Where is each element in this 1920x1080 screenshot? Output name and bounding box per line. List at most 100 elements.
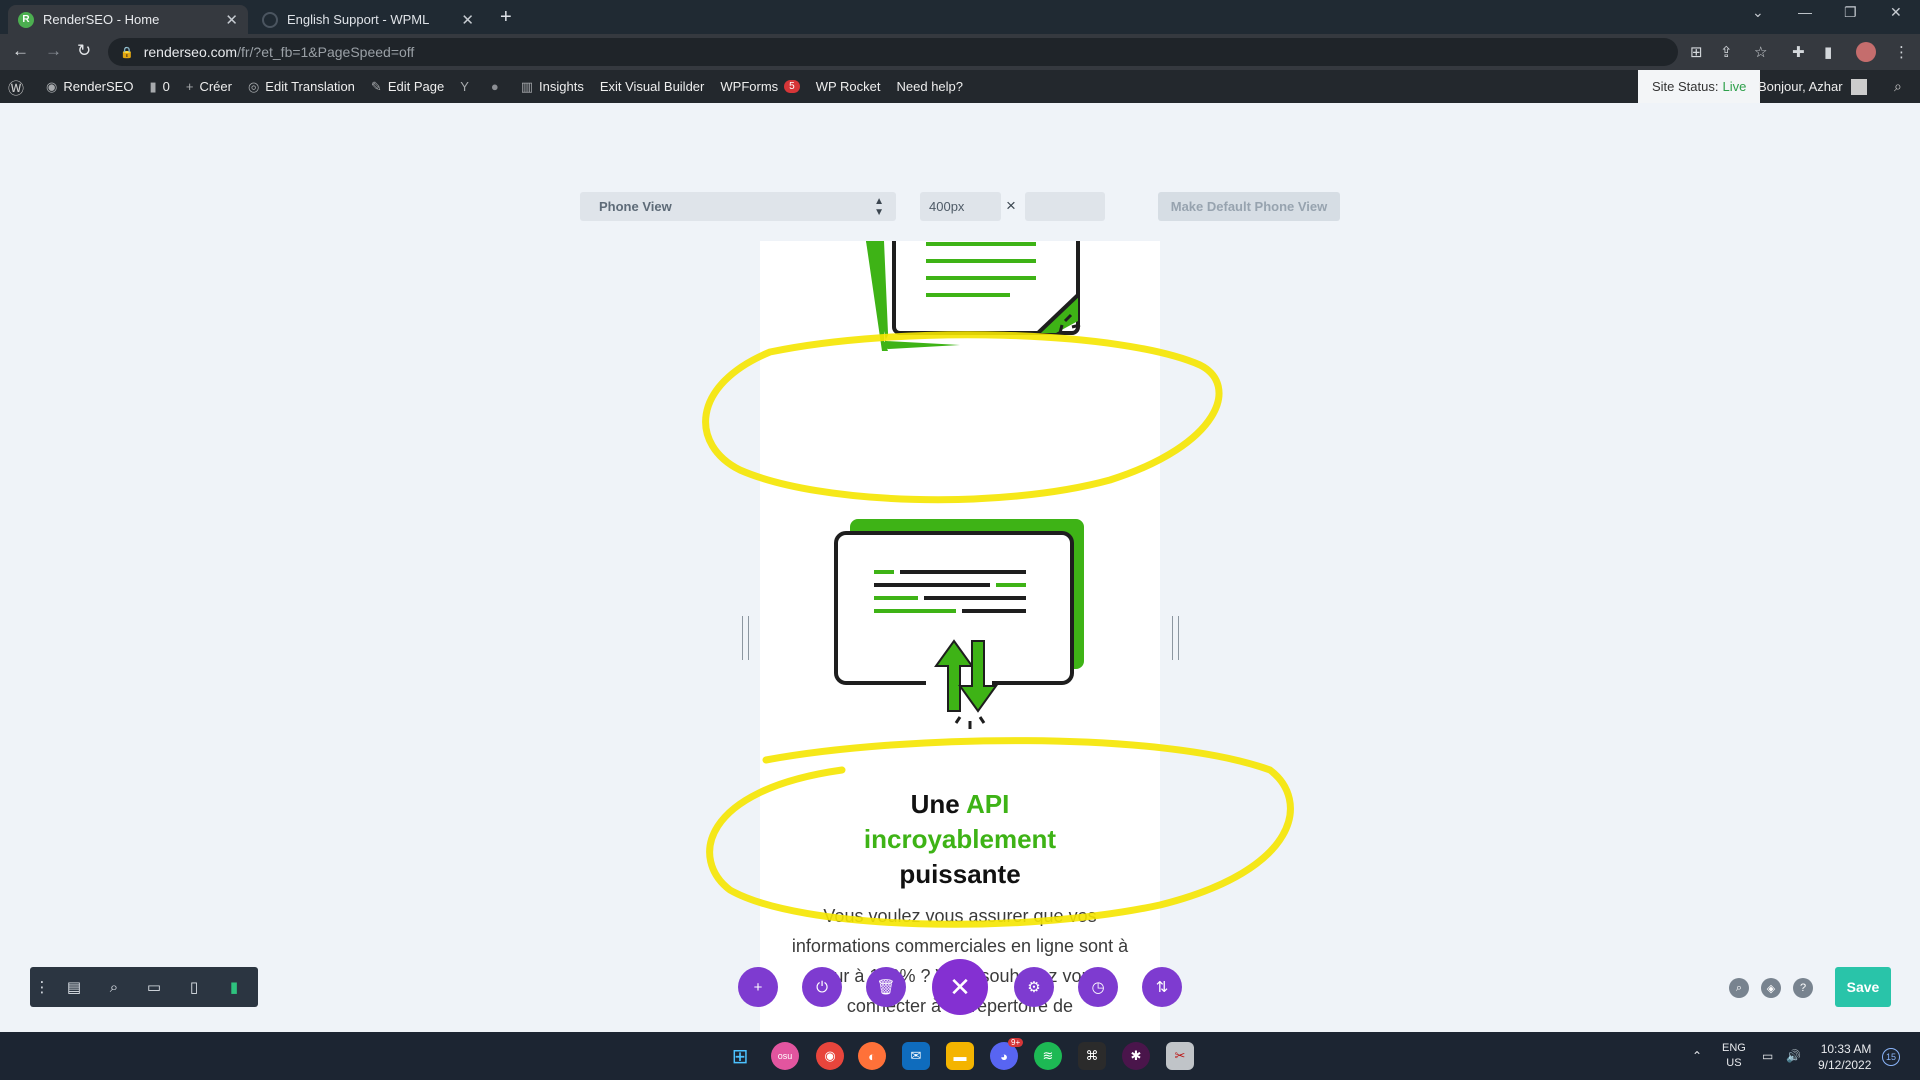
seo-score-dot-icon: ●: [490, 79, 499, 94]
tab-renderseo-home[interactable]: R RenderSEO - Home ✕: [8, 5, 248, 34]
show-hidden-icons-chevron[interactable]: ⌃: [1692, 1032, 1702, 1080]
section-heading: Une API incroyablement puissante: [863, 789, 1057, 889]
pencil-icon: ✎: [370, 78, 382, 94]
windows-start-icon[interactable]: ⊞: [726, 1042, 754, 1070]
need-help-link[interactable]: Need help?: [889, 70, 972, 103]
phone-preview-canvas: Une API incroyablement puissante Vous vo…: [760, 241, 1160, 1033]
lock-icon: 🔒: [120, 46, 134, 59]
dashboard-icon: ◉: [46, 78, 58, 94]
edit-translation-link[interactable]: ◎ Edit Translation: [240, 70, 363, 103]
builder-settings-bar: ⋮ ▤ ⌕ ▭ ▯ ▮: [30, 967, 258, 1007]
back-arrow-icon[interactable]: ←: [12, 41, 29, 61]
outlook-app-icon[interactable]: ✉: [902, 1042, 930, 1070]
edit-page-link[interactable]: ✎ Edit Page: [363, 70, 452, 103]
tab-english-support-wpml[interactable]: English Support - WPML ✕: [252, 5, 484, 34]
close-tab-icon[interactable]: ✕: [461, 11, 474, 29]
discord-badge: 9+: [1008, 1038, 1024, 1047]
user-account-menu[interactable]: Bonjour, Azhar: [1758, 70, 1867, 103]
browser-toolbar: ← → ↻ 🔒 renderseo.com/fr/?et_fb=1&PageSp…: [0, 34, 1920, 70]
tablet-view-icon[interactable]: ▯: [174, 967, 214, 1007]
url-host: renderseo.com: [143, 44, 238, 60]
settings-gear-button[interactable]: ⚙: [1014, 967, 1054, 1007]
terminal-app-icon[interactable]: ⌘: [1078, 1042, 1106, 1070]
file-explorer-icon[interactable]: ▬: [946, 1042, 974, 1070]
create-new-link[interactable]: + Créer: [178, 70, 240, 103]
phone-view-icon[interactable]: ▮: [214, 967, 254, 1007]
extensions-puzzle-icon[interactable]: ✚: [1792, 43, 1805, 61]
language-indicator[interactable]: ENG US: [1722, 1041, 1746, 1071]
yoast-seo-icon[interactable]: Y: [452, 70, 483, 103]
loading-favicon-icon: [262, 11, 278, 28]
wpforms-link[interactable]: WPForms 5: [712, 70, 807, 103]
more-options-icon[interactable]: ⋮: [30, 967, 54, 1007]
side-panel-icon[interactable]: ▮: [1824, 43, 1832, 61]
exit-visual-builder-link[interactable]: Exit Visual Builder: [592, 70, 713, 103]
history-button[interactable]: ◷: [1078, 967, 1118, 1007]
admin-search-icon[interactable]: ⌕: [1894, 78, 1902, 95]
wireframe-view-icon[interactable]: ▤: [54, 967, 94, 1007]
renderseo-favicon-icon: R: [18, 11, 34, 28]
tab-title: RenderSEO - Home: [43, 12, 160, 27]
help-icon[interactable]: ?: [1793, 978, 1813, 998]
new-tab-button[interactable]: +: [500, 6, 512, 29]
translation-icon: ◎: [247, 78, 260, 94]
share-icon[interactable]: ⇪: [1720, 43, 1733, 61]
view-mode-select[interactable]: Phone View ▲ ▼: [580, 192, 896, 221]
forward-arrow-icon[interactable]: →: [45, 41, 62, 61]
save-button[interactable]: Save: [1835, 967, 1891, 1007]
translate-icon[interactable]: ⊞: [1690, 43, 1703, 61]
profile-avatar[interactable]: [1856, 42, 1876, 62]
delete-button[interactable]: 🗑: [866, 967, 906, 1007]
power-disable-button[interactable]: ⏻: [802, 967, 842, 1007]
comment-icon: ▮: [149, 78, 157, 94]
left-resize-handle[interactable]: [742, 616, 749, 660]
close-tab-icon[interactable]: ✕: [225, 11, 238, 29]
browser-tab-strip: R RenderSEO - Home ✕ English Support - W…: [0, 0, 1920, 34]
reload-icon[interactable]: ↻: [77, 41, 91, 61]
bookmark-star-icon[interactable]: ☆: [1754, 43, 1767, 61]
api-transfer-illustration-icon: [834, 519, 1084, 729]
address-bar[interactable]: 🔒 renderseo.com/fr/?et_fb=1&PageSpeed=of…: [108, 38, 1678, 66]
dimension-separator: ×: [1006, 196, 1016, 215]
chrome-app-icon[interactable]: ◉: [816, 1042, 844, 1070]
comments-link[interactable]: ▮ 0: [141, 70, 177, 103]
tab-title: English Support - WPML: [287, 12, 430, 27]
restore-window-icon[interactable]: ❐: [1844, 4, 1857, 21]
close-page-settings-button[interactable]: ✕: [932, 959, 988, 1015]
notification-center-badge[interactable]: 15: [1882, 1048, 1900, 1066]
site-name-link[interactable]: ◉ RenderSEO: [38, 70, 141, 103]
network-icon[interactable]: ▭: [1762, 1032, 1773, 1080]
volume-icon[interactable]: 🔊: [1786, 1032, 1801, 1080]
wp-rocket-link[interactable]: WP Rocket: [808, 70, 889, 103]
wp-admin-bar: Ⓦ ◉ RenderSEO ▮ 0 + Créer ◎ Edit Translation…: [0, 70, 1920, 103]
slack-app-icon[interactable]: ✱: [1122, 1042, 1150, 1070]
document-illustration-icon: [866, 241, 1081, 351]
snipping-tool-icon[interactable]: ✂: [1166, 1042, 1194, 1070]
firefox-app-icon[interactable]: ◐: [858, 1042, 886, 1070]
find-replace-icon[interactable]: ⌕: [1729, 978, 1749, 998]
layers-icon[interactable]: ◈: [1761, 978, 1781, 998]
tab-search-chevron-icon[interactable]: ⌄: [1752, 4, 1764, 21]
close-window-icon[interactable]: ✕: [1890, 4, 1902, 21]
wordpress-logo-icon[interactable]: Ⓦ: [0, 70, 38, 103]
zoom-icon[interactable]: ⌕: [94, 967, 134, 1007]
insights-link[interactable]: ▥ Insights: [513, 70, 592, 103]
desktop-view-icon[interactable]: ▭: [134, 967, 174, 1007]
chrome-menu-icon[interactable]: ⋮: [1894, 43, 1909, 61]
add-module-button[interactable]: +: [738, 967, 778, 1007]
bar-chart-icon: ▥: [520, 78, 534, 94]
spotify-app-icon[interactable]: ≋: [1034, 1042, 1062, 1070]
system-clock[interactable]: 10:33 AM 9/12/2022: [1818, 1041, 1871, 1073]
site-status-indicator[interactable]: Site Status: Live: [1638, 70, 1761, 103]
windows-taskbar: ⊞ osu ◉ ◐ ✉ ▬ ◕ 9+ ≋ ⌘ ✱ ✂ ⌃ ENG US ▭ 🔊 …: [0, 1032, 1920, 1080]
viewport-width-input[interactable]: 400px: [920, 192, 1001, 221]
portability-button[interactable]: ⇅: [1142, 967, 1182, 1007]
minimize-window-icon[interactable]: —: [1798, 4, 1812, 20]
viewport-height-input[interactable]: [1025, 192, 1105, 221]
wpforms-count-badge: 5: [784, 80, 800, 93]
make-default-phone-view-button[interactable]: Make Default Phone View: [1158, 192, 1340, 221]
osu-app-icon[interactable]: osu: [771, 1042, 799, 1070]
right-resize-handle[interactable]: [1172, 616, 1179, 660]
user-avatar: [1850, 78, 1867, 95]
plus-icon: +: [185, 79, 194, 94]
